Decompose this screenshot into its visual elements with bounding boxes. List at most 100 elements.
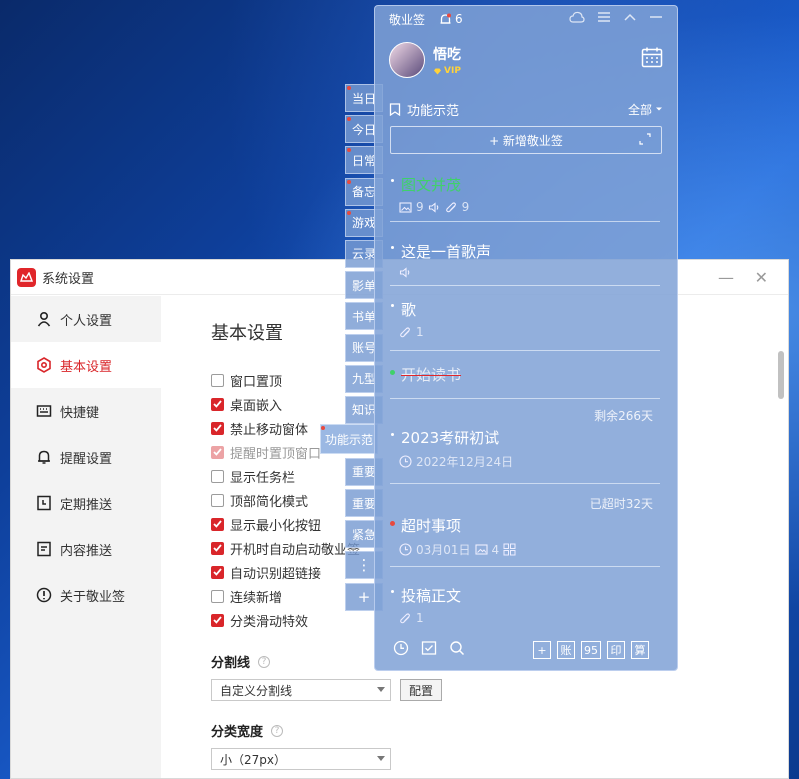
chevron-down-icon <box>377 687 385 692</box>
note-item[interactable]: 投稿正文 1 <box>389 585 661 625</box>
note-item[interactable]: 歌 1 <box>389 299 661 339</box>
image-count: 4 <box>491 542 500 557</box>
sidebar-item-scheduled-push[interactable]: 定期推送 <box>11 480 161 526</box>
username: 悟吃 <box>433 47 461 63</box>
add-icon[interactable]: + <box>533 641 551 659</box>
tab-label: 功能示范 <box>324 432 373 447</box>
chevron-down-icon <box>377 756 385 761</box>
checkbox[interactable] <box>211 589 224 603</box>
note-bullet <box>391 179 394 182</box>
filter-dropdown[interactable]: 全部 <box>628 101 663 118</box>
category-row: 功能示范 全部 <box>375 94 677 124</box>
note-divider <box>390 398 660 399</box>
checkbox[interactable] <box>211 493 224 507</box>
add-note-button[interactable]: + 新增敬业签 <box>390 126 662 154</box>
checkbox[interactable] <box>211 541 224 555</box>
tab-dot <box>347 86 351 90</box>
vip-badge: VIP <box>433 66 461 76</box>
bell-icon <box>38 450 50 464</box>
ledger-button[interactable]: 账 <box>557 641 575 659</box>
help-icon[interactable]: ? <box>258 655 271 668</box>
help-icon[interactable]: ? <box>271 724 284 737</box>
close-icon[interactable]: ✕ <box>755 268 768 287</box>
calendar-icon[interactable] <box>641 46 663 72</box>
note-bullet <box>391 246 394 249</box>
history-icon[interactable] <box>393 640 409 660</box>
note-title: 歌 <box>401 301 417 319</box>
tab-label: 备忘 <box>352 185 377 200</box>
note-item[interactable]: 已超时32天 超时事项 03月01日 4 <box>389 497 661 558</box>
sidebar-item-personal[interactable]: 个人设置 <box>11 296 161 342</box>
tab-label: 重要 <box>352 465 377 480</box>
sidebar-item-label: 定期推送 <box>60 497 113 513</box>
score-button[interactable]: 95 <box>581 641 601 659</box>
avatar[interactable] <box>389 42 425 78</box>
sidebar-item-content-push[interactable]: 内容推送 <box>11 526 161 572</box>
chevron-down-icon <box>656 107 662 111</box>
sidebar-item-basic[interactable]: 基本设置 <box>11 342 161 388</box>
notify-count: 6 <box>455 12 463 26</box>
image-icon <box>399 201 412 213</box>
note-meta <box>389 267 661 278</box>
note-title: 这是一首歌声 <box>401 243 492 261</box>
checkbox[interactable] <box>211 565 224 579</box>
note-item[interactable]: 这是一首歌声 <box>389 241 661 278</box>
width-select[interactable]: 小（27px） <box>211 748 391 770</box>
print-button[interactable]: 印 <box>607 641 625 659</box>
tab-dot <box>347 148 351 153</box>
calculator-button[interactable]: 算 <box>631 641 649 659</box>
note-item[interactable]: 开始读书 <box>389 364 661 385</box>
checklist-icon[interactable] <box>421 640 437 660</box>
scrollbar-thumb[interactable] <box>778 351 784 399</box>
vip-label: VIP <box>444 66 461 76</box>
tab-active-category[interactable]: 功能示范 <box>320 424 378 454</box>
note-item[interactable]: 图文并茂 9 9 <box>389 174 661 214</box>
divider-select[interactable]: 自定义分割线 <box>211 679 391 701</box>
gear-icon <box>37 357 51 373</box>
option-label: 分类滑动特效 <box>230 614 309 630</box>
checkbox[interactable] <box>211 421 224 435</box>
sidebar-item-about[interactable]: 关于敬业签 <box>11 572 161 618</box>
notes-panel: 敬业签 6 悟吃 VIP 功能示范 全部 + 新增敬业签 图文并茂 9 9 这是… <box>374 5 678 671</box>
window-title: 系统设置 <box>42 271 95 287</box>
option-label: 自动识别超链接 <box>230 566 322 582</box>
checkbox[interactable] <box>211 613 224 627</box>
checkbox[interactable] <box>211 397 224 411</box>
overdue-days: 已超时32天 <box>589 497 653 511</box>
option-label: 开机时自动启动敬业签 <box>230 542 361 558</box>
tab-dot <box>347 117 351 122</box>
cloud-sync-icon[interactable] <box>569 11 585 27</box>
option-label: 连续新增 <box>230 590 283 606</box>
sidebar-item-label: 关于敬业签 <box>60 589 126 605</box>
bookmark-icon <box>389 102 401 116</box>
audio-icon <box>428 201 438 213</box>
attachment-count: 1 <box>416 611 424 625</box>
settings-sidebar: 个人设置 基本设置 快捷键 提醒设置 定期推送 内容推送 关于敬业签 <box>11 296 161 778</box>
done-bullet <box>390 370 395 375</box>
note-date: 03月01日 <box>416 543 471 557</box>
tab-label: 今日 <box>352 122 377 137</box>
search-icon[interactable] <box>449 640 465 660</box>
notification-bell[interactable]: 6 <box>439 12 463 26</box>
note-item[interactable]: 剩余266天 2023考研初试 2022年12月24日 <box>389 409 661 470</box>
checkbox[interactable] <box>211 517 224 531</box>
sidebar-item-label: 个人设置 <box>60 313 113 329</box>
menu-icon[interactable] <box>597 11 611 27</box>
sidebar-item-reminder[interactable]: 提醒设置 <box>11 434 161 480</box>
tab-label: 日常 <box>352 153 377 168</box>
sidebar-item-label: 提醒设置 <box>60 451 113 467</box>
expand-icon[interactable] <box>639 133 651 145</box>
checkbox <box>211 445 224 459</box>
configure-button[interactable]: 配置 <box>400 679 443 701</box>
minimize-icon[interactable] <box>649 11 663 27</box>
diamond-icon <box>434 68 441 74</box>
sidebar-item-shortcut[interactable]: 快捷键 <box>11 388 161 434</box>
minimize-icon[interactable]: — <box>718 268 734 287</box>
attachment-icon <box>445 201 456 212</box>
note-date: 2022年12月24日 <box>416 455 514 469</box>
collapse-icon[interactable] <box>623 11 637 27</box>
panel-footer: + 账 95 印 算 <box>375 630 677 670</box>
option-label: 显示任务栏 <box>230 470 296 486</box>
checkbox[interactable] <box>211 373 224 387</box>
checkbox[interactable] <box>211 469 224 483</box>
